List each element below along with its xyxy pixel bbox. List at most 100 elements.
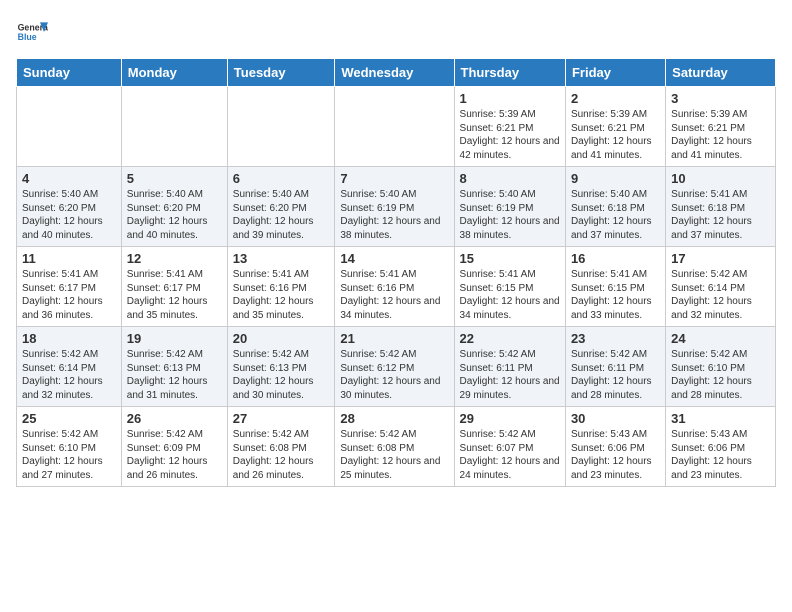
calendar-cell: 18 Sunrise: 5:42 AMSunset: 6:14 PMDayligh… <box>17 327 122 407</box>
calendar-cell: 15 Sunrise: 5:41 AMSunset: 6:15 PMDayligh… <box>454 247 565 327</box>
calendar-cell <box>121 87 227 167</box>
day-number: 5 <box>127 171 222 186</box>
day-info: Sunrise: 5:41 AMSunset: 6:17 PMDaylight:… <box>22 268 116 322</box>
calendar-cell: 30 Sunrise: 5:43 AMSunset: 6:06 PMDayligh… <box>565 407 665 487</box>
days-of-week-row: SundayMondayTuesdayWednesdayThursdayFrid… <box>17 59 776 87</box>
day-number: 19 <box>127 331 222 346</box>
day-info: Sunrise: 5:42 AMSunset: 6:13 PMDaylight:… <box>127 348 222 402</box>
day-info: Sunrise: 5:41 AMSunset: 6:17 PMDaylight:… <box>127 268 222 322</box>
calendar-cell <box>227 87 335 167</box>
day-number: 16 <box>571 251 660 266</box>
calendar-cell: 25 Sunrise: 5:42 AMSunset: 6:10 PMDayligh… <box>17 407 122 487</box>
calendar-body: 1 Sunrise: 5:39 AMSunset: 6:21 PMDaylight… <box>17 87 776 487</box>
calendar-cell: 20 Sunrise: 5:42 AMSunset: 6:13 PMDayligh… <box>227 327 335 407</box>
calendar-week-row: 18 Sunrise: 5:42 AMSunset: 6:14 PMDayligh… <box>17 327 776 407</box>
day-info: Sunrise: 5:41 AMSunset: 6:16 PMDaylight:… <box>233 268 330 322</box>
calendar-week-row: 1 Sunrise: 5:39 AMSunset: 6:21 PMDaylight… <box>17 87 776 167</box>
calendar-cell: 21Sunrise: 5:42 AMSunset: 6:12 PMDayligh… <box>335 327 454 407</box>
day-info: Sunrise: 5:42 AMSunset: 6:09 PMDaylight:… <box>127 428 222 482</box>
day-number: 1 <box>460 91 560 106</box>
calendar-week-row: 4 Sunrise: 5:40 AMSunset: 6:20 PMDaylight… <box>17 167 776 247</box>
day-info: Sunrise: 5:40 AMSunset: 6:20 PMDaylight:… <box>233 188 330 242</box>
dow-header: Monday <box>121 59 227 87</box>
calendar-cell: 6 Sunrise: 5:40 AMSunset: 6:20 PMDaylight… <box>227 167 335 247</box>
calendar-cell: 10 Sunrise: 5:41 AMSunset: 6:18 PMDayligh… <box>666 167 776 247</box>
day-number: 24 <box>671 331 770 346</box>
day-number: 2 <box>571 91 660 106</box>
dow-header: Saturday <box>666 59 776 87</box>
day-number: 25 <box>22 411 116 426</box>
day-info: Sunrise: 5:40 AMSunset: 6:20 PMDaylight:… <box>22 188 116 242</box>
day-info: Sunrise: 5:40 AMSunset: 6:19 PMDaylight:… <box>460 188 560 242</box>
calendar-cell <box>17 87 122 167</box>
dow-header: Friday <box>565 59 665 87</box>
day-number: 10 <box>671 171 770 186</box>
day-number: 26 <box>127 411 222 426</box>
calendar-cell: 4 Sunrise: 5:40 AMSunset: 6:20 PMDaylight… <box>17 167 122 247</box>
day-number: 20 <box>233 331 330 346</box>
calendar-table: SundayMondayTuesdayWednesdayThursdayFrid… <box>16 58 776 487</box>
day-info: Sunrise: 5:40 AMSunset: 6:19 PMDaylight:… <box>340 188 448 242</box>
day-number: 18 <box>22 331 116 346</box>
calendar-week-row: 11 Sunrise: 5:41 AMSunset: 6:17 PMDayligh… <box>17 247 776 327</box>
dow-header: Sunday <box>17 59 122 87</box>
svg-text:Blue: Blue <box>18 32 37 42</box>
day-number: 3 <box>671 91 770 106</box>
day-info: Sunrise: 5:40 AMSunset: 6:18 PMDaylight:… <box>571 188 660 242</box>
day-number: 14 <box>340 251 448 266</box>
day-info: Sunrise: 5:42 AMSunset: 6:10 PMDaylight:… <box>671 348 770 402</box>
day-number: 8 <box>460 171 560 186</box>
day-number: 23 <box>571 331 660 346</box>
day-info: Sunrise: 5:42 AMSunset: 6:14 PMDaylight:… <box>671 268 770 322</box>
day-info: Sunrise: 5:43 AMSunset: 6:06 PMDaylight:… <box>571 428 660 482</box>
day-info: Sunrise: 5:39 AMSunset: 6:21 PMDaylight:… <box>571 108 660 162</box>
day-info: Sunrise: 5:42 AMSunset: 6:11 PMDaylight:… <box>571 348 660 402</box>
day-info: Sunrise: 5:41 AMSunset: 6:15 PMDaylight:… <box>571 268 660 322</box>
calendar-cell: 1 Sunrise: 5:39 AMSunset: 6:21 PMDaylight… <box>454 87 565 167</box>
day-number: 30 <box>571 411 660 426</box>
calendar-cell: 19 Sunrise: 5:42 AMSunset: 6:13 PMDayligh… <box>121 327 227 407</box>
day-info: Sunrise: 5:41 AMSunset: 6:15 PMDaylight:… <box>460 268 560 322</box>
calendar-cell: 8 Sunrise: 5:40 AMSunset: 6:19 PMDaylight… <box>454 167 565 247</box>
calendar-cell: 13 Sunrise: 5:41 AMSunset: 6:16 PMDayligh… <box>227 247 335 327</box>
calendar-cell: 2 Sunrise: 5:39 AMSunset: 6:21 PMDaylight… <box>565 87 665 167</box>
dow-header: Wednesday <box>335 59 454 87</box>
day-number: 29 <box>460 411 560 426</box>
day-number: 11 <box>22 251 116 266</box>
day-number: 6 <box>233 171 330 186</box>
day-number: 13 <box>233 251 330 266</box>
calendar-cell: 14Sunrise: 5:41 AMSunset: 6:16 PMDayligh… <box>335 247 454 327</box>
calendar-cell: 29 Sunrise: 5:42 AMSunset: 6:07 PMDayligh… <box>454 407 565 487</box>
calendar-cell: 27Sunrise: 5:42 AMSunset: 6:08 PMDayligh… <box>227 407 335 487</box>
dow-header: Thursday <box>454 59 565 87</box>
day-number: 15 <box>460 251 560 266</box>
day-number: 17 <box>671 251 770 266</box>
day-info: Sunrise: 5:42 AMSunset: 6:13 PMDaylight:… <box>233 348 330 402</box>
dow-header: Tuesday <box>227 59 335 87</box>
day-number: 4 <box>22 171 116 186</box>
calendar-cell: 31 Sunrise: 5:43 AMSunset: 6:06 PMDayligh… <box>666 407 776 487</box>
day-info: Sunrise: 5:39 AMSunset: 6:21 PMDaylight:… <box>460 108 560 162</box>
logo-icon: General Blue <box>16 16 48 48</box>
calendar-cell: 5 Sunrise: 5:40 AMSunset: 6:20 PMDaylight… <box>121 167 227 247</box>
day-info: Sunrise: 5:42 AMSunset: 6:14 PMDaylight:… <box>22 348 116 402</box>
day-number: 22 <box>460 331 560 346</box>
day-number: 31 <box>671 411 770 426</box>
day-info: Sunrise: 5:41 AMSunset: 6:18 PMDaylight:… <box>671 188 770 242</box>
calendar-cell: 3 Sunrise: 5:39 AMSunset: 6:21 PMDaylight… <box>666 87 776 167</box>
calendar-cell <box>335 87 454 167</box>
day-info: Sunrise: 5:42 AMSunset: 6:12 PMDaylight:… <box>340 348 448 402</box>
day-number: 28 <box>340 411 448 426</box>
calendar-cell: 22Sunrise: 5:42 AMSunset: 6:11 PMDayligh… <box>454 327 565 407</box>
calendar-cell: 23 Sunrise: 5:42 AMSunset: 6:11 PMDayligh… <box>565 327 665 407</box>
day-info: Sunrise: 5:42 AMSunset: 6:10 PMDaylight:… <box>22 428 116 482</box>
calendar-cell: 11 Sunrise: 5:41 AMSunset: 6:17 PMDayligh… <box>17 247 122 327</box>
calendar-cell: 9Sunrise: 5:40 AMSunset: 6:18 PMDaylight… <box>565 167 665 247</box>
header: General Blue <box>16 16 776 48</box>
day-info: Sunrise: 5:42 AMSunset: 6:07 PMDaylight:… <box>460 428 560 482</box>
day-info: Sunrise: 5:39 AMSunset: 6:21 PMDaylight:… <box>671 108 770 162</box>
calendar-cell: 28Sunrise: 5:42 AMSunset: 6:08 PMDayligh… <box>335 407 454 487</box>
day-info: Sunrise: 5:43 AMSunset: 6:06 PMDaylight:… <box>671 428 770 482</box>
calendar-cell: 12Sunrise: 5:41 AMSunset: 6:17 PMDayligh… <box>121 247 227 327</box>
day-info: Sunrise: 5:40 AMSunset: 6:20 PMDaylight:… <box>127 188 222 242</box>
